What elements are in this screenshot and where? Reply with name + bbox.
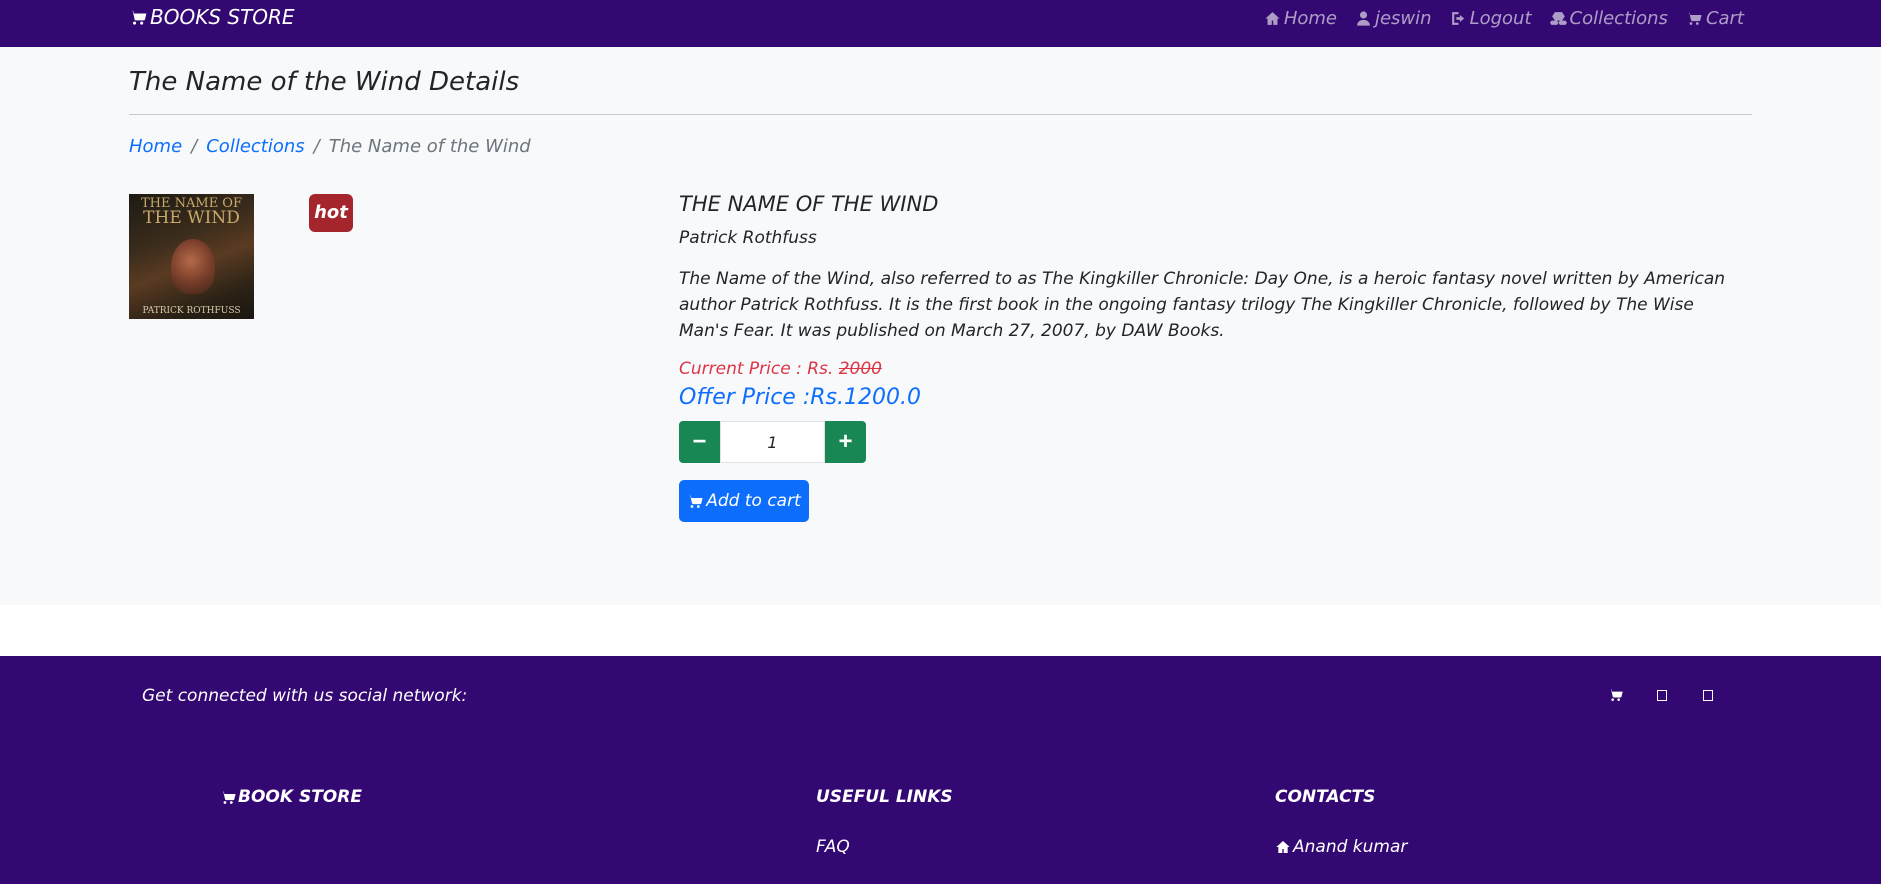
home-icon (1265, 12, 1280, 25)
collections-icon (1549, 12, 1567, 25)
home-icon (1276, 841, 1290, 853)
footer-brand: BOOK STORE (220, 787, 362, 807)
cart-icon (129, 9, 147, 25)
product-section: The Name of the Wind Details Home / Coll… (0, 47, 1881, 605)
cart-icon (220, 790, 236, 804)
social-text: Get connected with us social network: (142, 686, 468, 706)
nav-logout[interactable]: Logout (1450, 8, 1532, 29)
user-icon (1357, 11, 1370, 26)
book-author: Patrick Rothfuss (679, 228, 817, 248)
missing-glyph-icon (1703, 689, 1713, 701)
increment-button[interactable]: + (825, 421, 866, 463)
current-price-value: 2000 (838, 359, 882, 379)
cover-title: THE NAME OF THE WIND (129, 196, 254, 228)
hot-badge: hot (309, 194, 353, 232)
current-price-label: Current Price : Rs. (679, 359, 834, 379)
cart-icon (1608, 689, 1623, 702)
brand-name: BOOKS STORE (150, 5, 295, 29)
nav-home-label: Home (1283, 8, 1337, 29)
faq-link[interactable]: FAQ (816, 837, 850, 857)
cover-illustration (171, 239, 215, 294)
nav-cart-label: Cart (1705, 8, 1744, 29)
cart-icon (1686, 12, 1702, 25)
book-title: THE NAME OF THE WIND (679, 192, 939, 216)
social-icon-placeholder[interactable] (1700, 686, 1716, 704)
breadcrumb: Home / Collections / The Name of the Win… (129, 136, 531, 157)
social-icons (1608, 686, 1716, 704)
current-price: Current Price : Rs. 2000 (679, 359, 1739, 379)
nav-collections[interactable]: Collections (1549, 8, 1668, 29)
nav-logout-label: Logout (1469, 8, 1532, 29)
title-divider (129, 114, 1752, 115)
quantity-input[interactable] (720, 421, 825, 463)
book-cover-image: THE NAME OF THE WIND PATRICK ROTHFUSS (129, 194, 254, 319)
offer-price: Offer Price :Rs.1200.0 (679, 385, 921, 410)
cart-icon (687, 494, 703, 508)
decrement-button[interactable]: − (679, 421, 720, 463)
nav-links: Home jeswin Logout Collections Cart (1264, 8, 1744, 29)
nav-collections-label: Collections (1569, 8, 1668, 29)
book-description: The Name of the Wind, also referred to a… (679, 269, 1726, 341)
nav-user-label: jeswin (1374, 8, 1432, 29)
nav-user[interactable]: jeswin (1355, 8, 1432, 29)
nav-cart[interactable]: Cart (1686, 8, 1744, 29)
brand-link[interactable]: BOOKS STORE (129, 5, 295, 29)
cart-social-icon[interactable] (1608, 686, 1624, 704)
footer-brand-name: BOOK STORE (238, 787, 362, 807)
product-details: THE NAME OF THE WIND Patrick Rothfuss Th… (679, 192, 1739, 522)
cover-author: PATRICK ROTHFUSS (142, 306, 241, 316)
add-to-cart-label: Add to cart (706, 491, 801, 511)
add-to-cart-button[interactable]: Add to cart (679, 480, 809, 522)
logout-icon (1451, 12, 1464, 25)
quantity-stepper: − + (679, 421, 866, 463)
contact-item: Anand kumar (1275, 837, 1407, 857)
social-icon-placeholder[interactable] (1654, 686, 1670, 704)
breadcrumb-separator: / (313, 136, 320, 157)
missing-glyph-icon (1657, 689, 1667, 701)
breadcrumb-home[interactable]: Home (129, 136, 182, 157)
contact-name: Anand kumar (1293, 837, 1408, 857)
top-navbar: BOOKS STORE Home jeswin Logout Collectio… (0, 0, 1881, 47)
breadcrumb-separator: / (191, 136, 198, 157)
breadcrumb-collections[interactable]: Collections (206, 136, 304, 157)
nav-home[interactable]: Home (1264, 8, 1337, 29)
footer: Get connected with us social network: BO… (0, 656, 1881, 884)
contacts-heading: CONTACTS (1275, 787, 1376, 807)
useful-links-heading: USEFUL LINKS (816, 787, 953, 807)
cover-title-line2: THE WIND (143, 208, 240, 228)
breadcrumb-current: The Name of the Wind (328, 136, 531, 157)
page-title: The Name of the Wind Details (129, 67, 520, 97)
